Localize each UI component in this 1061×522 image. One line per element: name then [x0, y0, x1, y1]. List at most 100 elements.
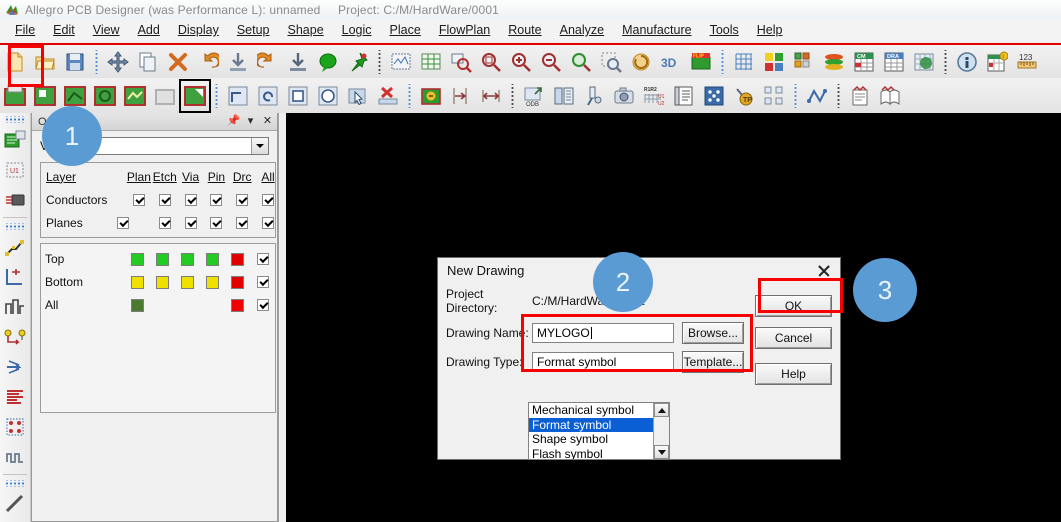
rename-refdes-icon[interactable]: R1R2 U1 U2 [640, 81, 668, 111]
arrow-select-icon[interactable] [344, 81, 372, 111]
color-swatch[interactable] [206, 252, 219, 266]
import-down-icon[interactable] [224, 47, 252, 77]
delete-stack-icon[interactable] [374, 81, 402, 111]
swatch-top-2[interactable] [150, 247, 175, 270]
color-swatch[interactable] [131, 275, 144, 289]
report-list-icon[interactable] [670, 81, 698, 111]
color-swatch[interactable] [156, 252, 169, 266]
status-info-icon[interactable] [953, 47, 981, 77]
3d-view-icon[interactable]: 3D [657, 47, 685, 77]
color-swatch[interactable] [206, 275, 219, 289]
cell-planes-etch[interactable] [152, 211, 178, 234]
padstack-grid-icon[interactable] [700, 81, 728, 111]
swatch-top-1[interactable] [125, 247, 150, 270]
zoom-fit-world-icon[interactable] [387, 47, 415, 77]
rail-grip[interactable] [4, 116, 26, 123]
rotate-icon[interactable] [254, 81, 282, 111]
close-icon[interactable]: ✕ [261, 115, 274, 128]
copy-icon[interactable] [134, 47, 162, 77]
cell-planes-drc[interactable] [229, 211, 255, 234]
report-sheet-icon[interactable] [846, 81, 874, 111]
listbox-scrollbar[interactable] [653, 403, 669, 459]
swatch-bottom-2[interactable] [150, 270, 175, 293]
grid-toggle-icon[interactable] [730, 47, 758, 77]
color-swatch[interactable] [156, 275, 169, 289]
checkbox[interactable] [262, 217, 275, 230]
menu-help[interactable]: Help [748, 21, 792, 39]
pin-icon[interactable]: 📌 [227, 115, 241, 128]
menu-view[interactable]: View [84, 21, 129, 39]
pin-to-pin-icon[interactable] [2, 322, 28, 352]
menu-route[interactable]: Route [499, 21, 550, 39]
swatch-bottom-3[interactable] [175, 270, 200, 293]
swatch-all-5[interactable] [225, 293, 250, 316]
route-net-icon[interactable] [2, 232, 28, 262]
signal-steps-icon[interactable] [2, 292, 28, 322]
ok-button[interactable]: OK [755, 295, 832, 317]
drawing-params-icon[interactable]: DRA [880, 47, 908, 77]
shape-disabled-icon[interactable] [151, 81, 179, 111]
shape-active-icon[interactable] [179, 78, 211, 113]
help-button[interactable]: Help [755, 363, 832, 385]
comment-balloon-icon[interactable] [314, 47, 342, 77]
drawing-type-input[interactable]: Format symbol [532, 352, 674, 372]
zoom-selection-icon[interactable] [597, 47, 625, 77]
check-all-all[interactable] [250, 293, 275, 316]
cell-conductors-pin[interactable] [203, 188, 229, 211]
layer-stack-icon[interactable] [820, 47, 848, 77]
components-grid-icon[interactable] [760, 81, 788, 111]
menu-edit[interactable]: Edit [44, 21, 84, 39]
zoom-grid-icon[interactable] [417, 47, 445, 77]
zoom-out-icon[interactable] [537, 47, 565, 77]
menu-file[interactable]: File [6, 21, 44, 39]
checkbox[interactable] [236, 217, 249, 230]
color-swatch[interactable] [181, 252, 194, 266]
delete-x-icon[interactable] [164, 47, 192, 77]
drawing-name-input[interactable]: MYLOGO [532, 323, 674, 343]
cell-conductors-via[interactable] [178, 188, 204, 211]
checkbox[interactable] [256, 299, 269, 312]
zoom-center-icon[interactable] [567, 47, 595, 77]
checkbox[interactable] [184, 194, 197, 207]
film-control-icon[interactable] [550, 81, 578, 111]
browse-button[interactable]: Browse... [682, 322, 744, 344]
color-swatch[interactable] [131, 252, 144, 266]
testpoint-icon[interactable]: TP [730, 81, 758, 111]
color-swatch[interactable] [231, 298, 244, 312]
shape-select-icon[interactable] [31, 81, 59, 111]
color-swatch[interactable] [231, 275, 244, 289]
refresh-icon[interactable] [627, 47, 655, 77]
view-combo[interactable] [74, 137, 269, 155]
rail-grip[interactable] [4, 223, 26, 230]
shape-merge-icon[interactable] [121, 81, 149, 111]
close-icon[interactable] [814, 261, 834, 281]
rail-grip[interactable] [4, 480, 26, 487]
line-draw-icon[interactable] [2, 489, 28, 519]
export-down-icon[interactable] [284, 47, 312, 77]
checkbox[interactable] [158, 194, 171, 207]
measure-ruler-icon[interactable]: 123 [1013, 47, 1041, 77]
dimension-left-icon[interactable] [447, 81, 475, 111]
swatch-all-1[interactable] [125, 293, 150, 316]
shape-void-icon[interactable] [91, 81, 119, 111]
menu-setup[interactable]: Setup [228, 21, 279, 39]
menu-place[interactable]: Place [381, 21, 430, 39]
placement-icon[interactable] [2, 262, 28, 292]
menu-manufacture[interactable]: Manufacture [613, 21, 700, 39]
drill-legend-icon[interactable] [417, 81, 445, 111]
component-icon[interactable] [2, 185, 28, 215]
list-item[interactable]: Shape symbol [529, 432, 653, 447]
swatch-top-4[interactable] [200, 247, 225, 270]
pin-icon[interactable] [344, 47, 372, 77]
checkbox[interactable] [236, 194, 249, 207]
cancel-button[interactable]: Cancel [755, 327, 832, 349]
symbol-unit-icon[interactable]: U1 [2, 155, 28, 185]
drawing-type-listbox[interactable]: Mechanical symbol Format symbol Shape sy… [528, 402, 670, 460]
rectangle-icon[interactable] [284, 81, 312, 111]
checkbox[interactable] [132, 194, 145, 207]
color-swatch[interactable] [131, 298, 144, 312]
globe-grid-icon[interactable] [910, 47, 938, 77]
cell-planes-via[interactable] [178, 211, 204, 234]
probe-icon[interactable] [580, 81, 608, 111]
check-bottom-all[interactable] [250, 270, 275, 293]
